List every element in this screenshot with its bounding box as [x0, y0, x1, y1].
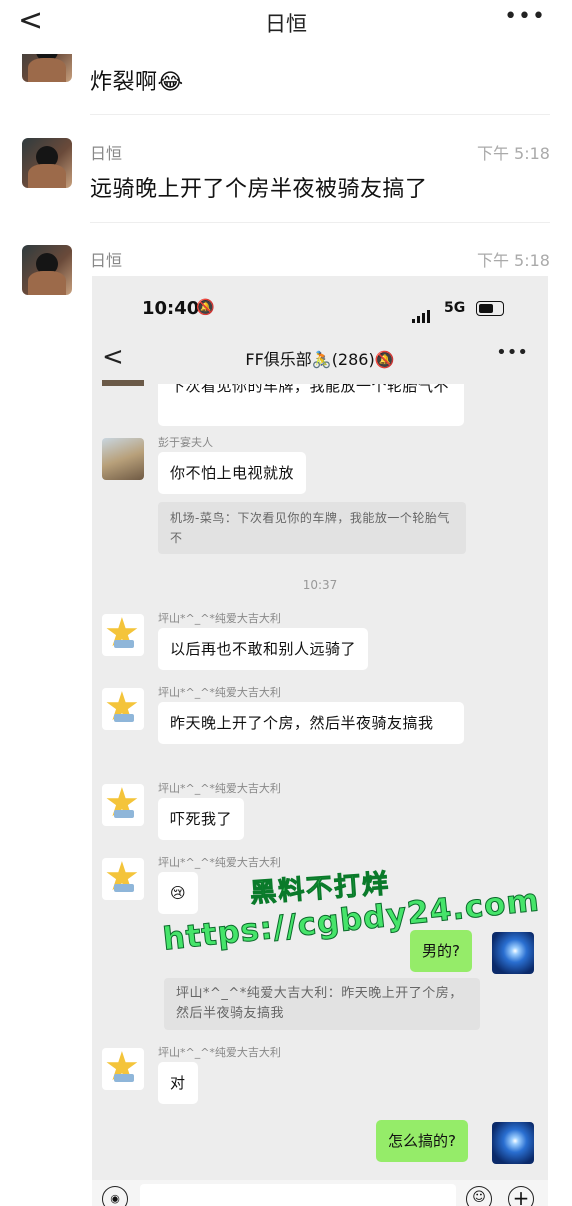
- avatar: [102, 858, 144, 900]
- message-time: 下午 5:18: [476, 251, 550, 270]
- avatar: [102, 1048, 144, 1090]
- avatar: [102, 784, 144, 826]
- group-nav: < FF俱乐部🚴(286)🔕 •••: [92, 338, 548, 382]
- sender-name: 坪山*^_^*纯爱大吉大利: [158, 612, 281, 625]
- top-bar: < 日恒 •••: [0, 0, 572, 44]
- message-bubble: 昨天晚上开了个房，然后半夜骑友搞我: [158, 702, 464, 744]
- avatar: [102, 688, 144, 730]
- network-label: 5G: [444, 300, 466, 316]
- chat-title: 日恒: [265, 12, 307, 36]
- message-input: [140, 1184, 456, 1206]
- status-bar: 10:40 🔕 5G: [92, 276, 548, 346]
- sender-name: 坪山*^_^*纯爱大吉大利: [158, 1046, 281, 1059]
- self-avatar: [492, 1122, 534, 1164]
- sender-name: 日恒: [90, 144, 123, 163]
- message-bubble: 吓死我了: [158, 798, 245, 840]
- time-divider: 10:37: [302, 578, 338, 592]
- message-text: 远骑晚上开了个房半夜被骑友搞了: [90, 177, 428, 202]
- group-title: FF俱乐部🚴(286)🔕: [245, 350, 395, 369]
- image-message[interactable]: 10:40 🔕 5G < FF俱乐部🚴(286)🔕 ••• 下次看见你的车牌，我…: [92, 276, 548, 1206]
- sender-name: 彭于宴夫人: [158, 436, 213, 449]
- sender-name: 坪山*^_^*纯爱大吉大利: [158, 686, 281, 699]
- self-message-bubble: 男的?: [410, 930, 472, 972]
- divider: [90, 114, 550, 115]
- sender-name: 坪山*^_^*纯爱大吉大利: [158, 782, 281, 795]
- message-time: 下午 5:18: [476, 144, 550, 163]
- mute-icon: 🔕: [196, 298, 215, 316]
- self-message-bubble: 怎么搞的?: [376, 1120, 468, 1162]
- message-bubble: 😢: [158, 872, 199, 914]
- emoji-icon: ☺: [466, 1186, 492, 1206]
- signal-icon: [412, 304, 432, 323]
- message-text: 炸裂啊😂: [90, 70, 184, 95]
- message-bubble: 对: [158, 1062, 198, 1104]
- more-icon[interactable]: •••: [504, 4, 546, 29]
- avatar: [102, 380, 144, 386]
- sender-name: 日恒: [90, 251, 123, 270]
- quote-block: 坪山*^_^*纯爱大吉大利：昨天晚上开了个房，然后半夜骑友搞我: [164, 978, 480, 1030]
- avatar[interactable]: [22, 245, 72, 295]
- divider: [90, 222, 550, 223]
- self-avatar: [492, 932, 534, 974]
- voice-icon: ◉: [102, 1186, 128, 1206]
- status-clock: 10:40: [142, 298, 200, 319]
- more-icon: •••: [496, 342, 528, 363]
- sender-name: 坪山*^_^*纯爱大吉大利: [158, 856, 281, 869]
- message-bubble: 以后再也不敢和别人远骑了: [158, 628, 369, 670]
- input-bar: ◉ ☺ +: [92, 1180, 548, 1206]
- avatar: [102, 614, 144, 656]
- quote-block: 机场-菜鸟：下次看见你的车牌，我能放一个轮胎气不: [158, 502, 466, 554]
- plus-icon: +: [508, 1186, 534, 1206]
- message-bubble: 你不怕上电视就放: [158, 452, 307, 494]
- avatar: [102, 438, 144, 480]
- battery-icon: [476, 301, 504, 316]
- avatar[interactable]: [22, 138, 72, 188]
